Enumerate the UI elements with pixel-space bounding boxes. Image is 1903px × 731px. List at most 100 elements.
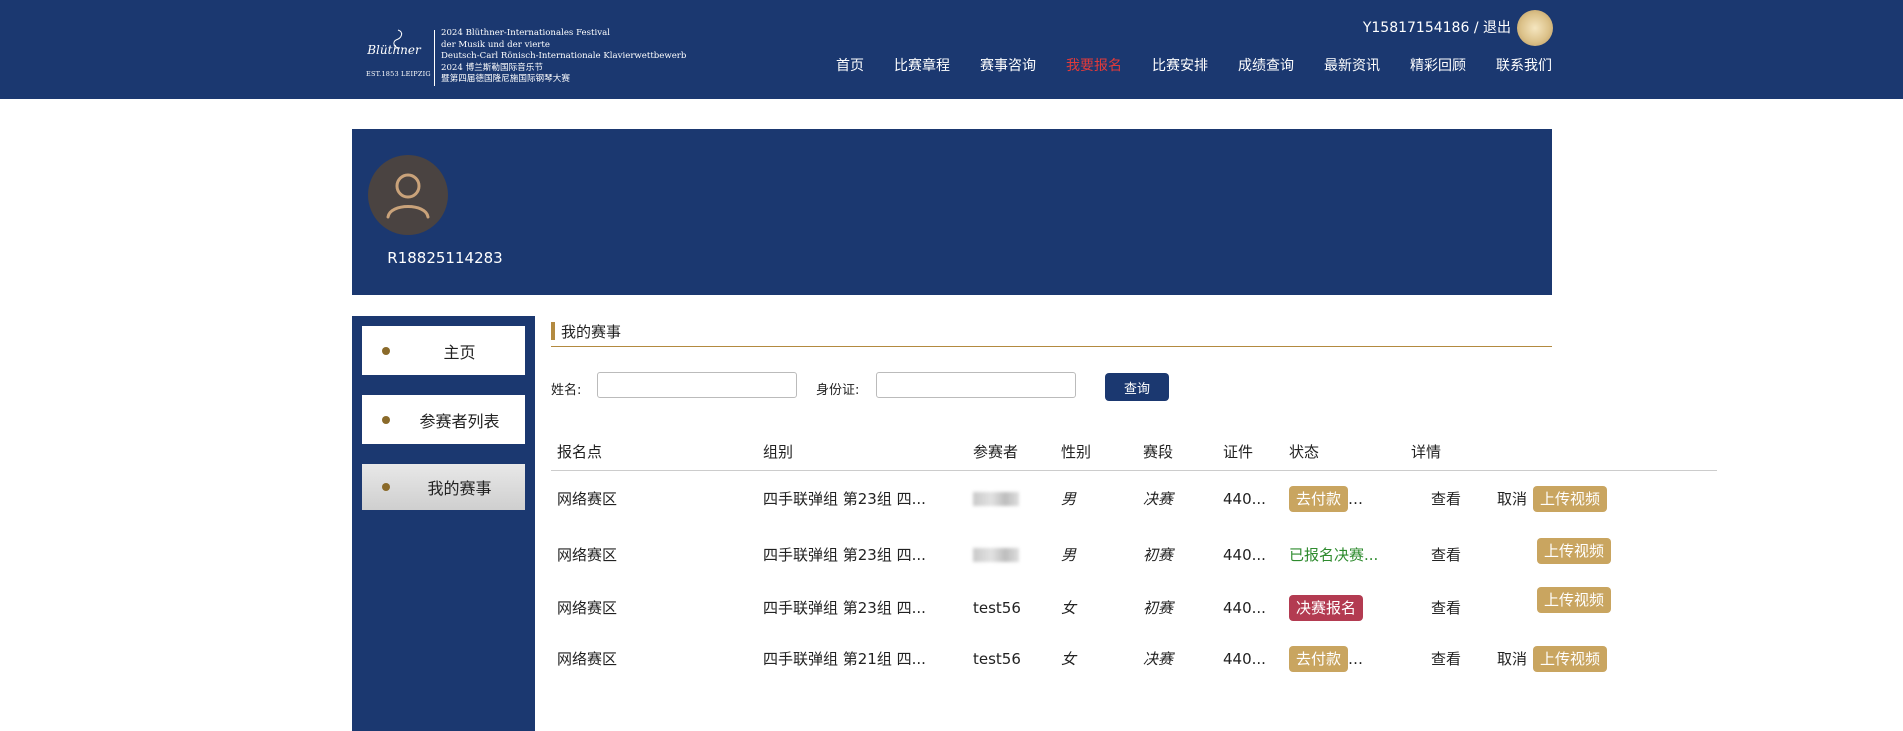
nav-register[interactable]: 我要报名 (1066, 56, 1122, 76)
cell-detail: 查看 (1411, 471, 1477, 527)
cell-actions: 取消 上传视频 (1477, 633, 1717, 685)
nav-consult[interactable]: 赛事咨询 (980, 56, 1036, 76)
festival-logo[interactable]: Blüthner EST.1853 LEIPZIG 2024 Blüthner-… (352, 18, 686, 92)
col-detail: 详情 (1411, 432, 1477, 471)
cell-actions: 取消 上传视频 (1477, 471, 1717, 527)
sidebar-item-participants[interactable]: 参赛者列表 (362, 395, 525, 444)
cell-gender: 男 (1061, 546, 1077, 564)
profile-banner: R18825114283 (352, 129, 1552, 295)
cancel-link[interactable]: 取消 (1497, 490, 1527, 508)
bullet-icon (382, 346, 390, 355)
id-card-input[interactable] (876, 372, 1076, 398)
sidebar-item-home[interactable]: 主页 (362, 326, 525, 375)
cell-detail: 查看 (1411, 527, 1477, 583)
upload-video-button[interactable]: 上传视频 (1533, 485, 1608, 512)
logo-script-text: Blüthner (367, 43, 421, 57)
upload-video-button[interactable]: 上传视频 (1537, 586, 1612, 613)
cell-gender: 女 (1061, 599, 1077, 617)
nav-news[interactable]: 最新资讯 (1324, 56, 1380, 76)
header-user-id[interactable]: Y15817154186 (1363, 20, 1470, 36)
nav-contact[interactable]: 联系我们 (1496, 56, 1552, 76)
col-status: 状态 (1289, 432, 1411, 471)
cell-group: 四手联弹组 第23组 四... (763, 546, 926, 564)
cell-certificate: 440... (1223, 489, 1266, 508)
cell-actions: 上传视频 (1477, 583, 1717, 633)
pay-button[interactable]: 去付款 (1289, 485, 1349, 512)
cell-venue: 网络赛区 (557, 650, 618, 668)
nav-rules[interactable]: 比赛章程 (894, 56, 950, 76)
col-stage: 赛段 (1143, 432, 1223, 471)
cell-status: 去付款… (1289, 471, 1411, 527)
status-text: 已报名决赛... (1289, 546, 1379, 564)
logo-line: der Musik und der vierte (441, 39, 550, 50)
section-header: 我的赛事 (551, 320, 1552, 347)
name-input[interactable] (597, 372, 797, 398)
table-header-row: 报名点 组别 参赛者 性别 赛段 证件 状态 详情 (551, 432, 1717, 471)
pay-button[interactable]: 去付款 (1289, 645, 1349, 672)
bullet-icon (382, 415, 390, 424)
sidebar: 主页 参赛者列表 我的赛事 (352, 316, 535, 731)
user-emblem-icon[interactable] (1517, 10, 1553, 46)
logo-festival-text: 2024 Blüthner-Internationales Festival d… (441, 28, 686, 86)
upload-video-button[interactable]: 上传视频 (1533, 645, 1608, 672)
nav-results[interactable]: 成绩查询 (1238, 56, 1294, 76)
cell-venue: 网络赛区 (557, 490, 618, 509)
col-actions (1477, 432, 1717, 471)
cell-actions: 上传视频 (1477, 527, 1717, 583)
cell-group: 四手联弹组 第23组 四... (763, 490, 926, 509)
redacted-name (973, 492, 1019, 507)
sidebar-item-my-events[interactable]: 我的赛事 (362, 464, 525, 510)
col-certificate: 证件 (1223, 432, 1289, 471)
cell-detail: 查看 (1411, 633, 1477, 685)
table-row: 网络赛区 四手联弹组 第23组 四... 男 初赛 440... 已报名决赛..… (551, 527, 1717, 583)
cell-group: 四手联弹组 第23组 四... (763, 599, 926, 617)
avatar (368, 155, 448, 235)
nav-schedule[interactable]: 比赛安排 (1152, 56, 1208, 76)
nav-review[interactable]: 精彩回顾 (1410, 56, 1466, 76)
section-title: 我的赛事 (561, 323, 622, 341)
nav-home[interactable]: 首页 (836, 56, 864, 76)
cell-certificate: 440... (1223, 598, 1266, 617)
cell-stage: 初赛 (1143, 546, 1174, 564)
search-form: 姓名: 身份证: 查询 (551, 372, 1552, 402)
col-venue: 报名点 (551, 432, 763, 471)
logo-line: 暨第四届德国隆尼施国际钢琴大赛 (441, 74, 570, 84)
cell-venue: 网络赛区 (557, 546, 618, 564)
logo-line: 2024 Blüthner-Internationales Festival (441, 28, 610, 38)
col-player: 参赛者 (973, 432, 1061, 471)
user-bar: Y15817154186 / 退出 (1363, 18, 1511, 38)
view-detail-link[interactable]: 查看 (1411, 490, 1461, 508)
cell-venue: 网络赛区 (557, 599, 618, 617)
cell-group: 四手联弹组 第21组 四... (763, 650, 926, 668)
cancel-link[interactable]: 取消 (1497, 650, 1527, 668)
cell-detail: 查看 (1411, 583, 1477, 633)
table-row: 网络赛区 四手联弹组 第23组 四... test56 女 初赛 440... … (551, 583, 1717, 633)
cell-player: test56 (973, 598, 1021, 617)
header-separator: / (1473, 20, 1479, 36)
sidebar-item-label: 我的赛事 (427, 479, 492, 498)
upload-video-button[interactable]: 上传视频 (1537, 537, 1612, 564)
cell-certificate: 440... (1223, 545, 1266, 564)
col-group: 组别 (763, 432, 973, 471)
view-detail-link[interactable]: 查看 (1411, 546, 1461, 564)
cell-player (973, 471, 1061, 527)
search-button[interactable]: 查询 (1105, 373, 1169, 401)
cell-status: 已报名决赛... (1289, 527, 1411, 583)
logo-est-text: EST.1853 LEIPZIG (366, 70, 431, 78)
cell-stage: 决赛 (1143, 650, 1174, 668)
user-avatar-icon (386, 173, 430, 219)
section-accent-bar (551, 322, 555, 340)
logo-line: 2024 博兰斯勒国际音乐节 (441, 62, 543, 73)
logo-divider (434, 30, 435, 86)
logout-link[interactable]: 退出 (1483, 20, 1511, 36)
top-header: Blüthner EST.1853 LEIPZIG 2024 Blüthner-… (0, 0, 1903, 99)
events-table: 报名点 组别 参赛者 性别 赛段 证件 状态 详情 网络赛区 四手联弹组 第23… (551, 432, 1717, 685)
bullet-icon (382, 483, 390, 491)
redacted-name (973, 548, 1019, 562)
logo-lyre-icon (393, 29, 403, 49)
cell-stage: 决赛 (1143, 490, 1174, 509)
view-detail-link[interactable]: 查看 (1411, 599, 1461, 617)
view-detail-link[interactable]: 查看 (1411, 650, 1461, 668)
cell-stage: 初赛 (1143, 599, 1174, 617)
final-register-button[interactable]: 决赛报名 (1289, 594, 1364, 621)
